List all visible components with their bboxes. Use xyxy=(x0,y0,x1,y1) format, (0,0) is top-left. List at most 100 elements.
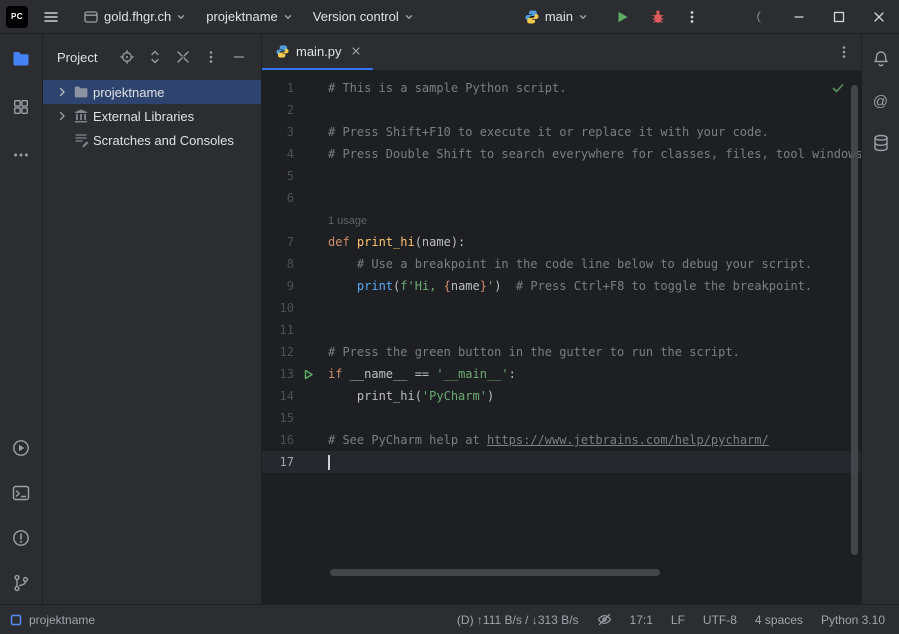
structure-icon xyxy=(12,98,30,116)
activity-bar-top xyxy=(8,46,34,168)
tree-item-external-libraries[interactable]: External Libraries xyxy=(43,104,261,128)
gutter-spacer xyxy=(294,407,328,429)
highlighting-level-button[interactable] xyxy=(597,612,612,627)
chevron-right-icon[interactable] xyxy=(55,110,69,122)
tree-item-label: External Libraries xyxy=(93,109,194,124)
code-line[interactable]: 7def print_hi(name): xyxy=(262,231,861,253)
interpreter-widget[interactable]: Python 3.10 xyxy=(821,613,885,627)
main-area: Project xyxy=(0,34,899,604)
terminal-tool-button[interactable] xyxy=(8,480,34,506)
run-tool-button[interactable] xyxy=(8,435,34,461)
project-widget[interactable]: gold.fhgr.ch xyxy=(76,5,193,29)
code-text xyxy=(328,99,861,121)
code-line[interactable]: 4# Press Double Shift to search everywhe… xyxy=(262,143,861,165)
code-text xyxy=(328,297,861,319)
tree-item-scratches[interactable]: Scratches and Consoles xyxy=(43,128,261,152)
code-line[interactable]: 10 xyxy=(262,297,861,319)
code-line[interactable]: 1# This is a sample Python script. xyxy=(262,77,861,99)
code-line[interactable]: 14 print_hi('PyCharm') xyxy=(262,385,861,407)
run-circle-icon xyxy=(11,438,31,458)
module-widget[interactable]: projektname xyxy=(199,5,300,28)
code-line[interactable]: 2 xyxy=(262,99,861,121)
run-config-widget[interactable]: main xyxy=(517,5,595,29)
code-line[interactable]: 6 xyxy=(262,187,861,209)
indent-widget[interactable]: 4 spaces xyxy=(755,613,803,627)
network-speed-widget[interactable]: (D) ↑111 B/s / ↓313 B/s xyxy=(457,613,579,627)
editor[interactable]: 1# This is a sample Python script.23# Pr… xyxy=(262,71,861,604)
line-separator-widget[interactable]: LF xyxy=(671,613,685,627)
line-number: 12 xyxy=(262,341,294,363)
line-number: 2 xyxy=(262,99,294,121)
code-text: # This is a sample Python script. xyxy=(328,77,861,99)
gutter-spacer xyxy=(294,165,328,187)
status-project-label: projektname xyxy=(29,613,95,627)
code-line[interactable]: 3# Press Shift+F10 to execute it or repl… xyxy=(262,121,861,143)
code-line[interactable]: 8 # Use a breakpoint in the code line be… xyxy=(262,253,861,275)
database-button[interactable] xyxy=(868,130,894,156)
encoding-widget[interactable]: UTF-8 xyxy=(703,613,737,627)
locate-file-button[interactable] xyxy=(115,45,139,69)
version-control-tool-button[interactable] xyxy=(8,570,34,596)
status-project: projektname xyxy=(10,613,95,627)
gutter-spacer xyxy=(294,341,328,363)
close-button[interactable] xyxy=(859,0,899,34)
code-line[interactable]: 13if __name__ == '__main__': xyxy=(262,363,861,385)
inspection-ok-icon[interactable] xyxy=(831,81,845,95)
status-bar: projektname (D) ↑111 B/s / ↓313 B/s 17:1… xyxy=(0,604,899,634)
tab-close-button[interactable] xyxy=(348,43,364,59)
moon-button[interactable] xyxy=(739,0,779,34)
caret-position-widget[interactable]: 17:1 xyxy=(630,613,653,627)
code-line[interactable]: 5 xyxy=(262,165,861,187)
usages-inlay-hint[interactable]: 1 usage xyxy=(328,215,367,227)
tab-main-py[interactable]: main.py xyxy=(262,34,373,70)
ai-assistant-button[interactable]: @ xyxy=(868,88,894,114)
code-line[interactable]: 9 print(f'Hi, {name}') # Press Ctrl+F8 t… xyxy=(262,275,861,297)
structure-tool-button[interactable] xyxy=(8,94,34,120)
hide-panel-button[interactable] xyxy=(227,45,251,69)
line-number: 13 xyxy=(262,363,294,385)
terminal-icon xyxy=(11,483,31,503)
at-sign-icon: @ xyxy=(873,94,888,109)
gutter-spacer xyxy=(294,451,328,473)
run-button[interactable] xyxy=(607,3,637,31)
tree-item-projektname[interactable]: projektname xyxy=(43,80,261,104)
code-line[interactable]: 17 xyxy=(262,451,861,473)
project-tool-button[interactable] xyxy=(8,46,34,72)
maximize-button[interactable] xyxy=(819,0,859,34)
project-tree: projektname External Libraries Scratches… xyxy=(43,80,261,152)
hamburger-icon xyxy=(43,9,59,25)
inlay-hint-row[interactable]: 1 usage xyxy=(262,209,861,231)
notifications-button[interactable] xyxy=(868,46,894,72)
code-line[interactable]: 11 xyxy=(262,319,861,341)
gutter-spacer xyxy=(294,121,328,143)
run-line-gutter-icon[interactable] xyxy=(294,363,328,385)
project-icon xyxy=(83,9,99,25)
collapse-all-button[interactable] xyxy=(171,45,195,69)
gutter-spacer xyxy=(294,143,328,165)
more-actions-button[interactable] xyxy=(677,3,707,31)
main-menu-button[interactable] xyxy=(36,3,66,31)
problems-tool-button[interactable] xyxy=(8,525,34,551)
code-line[interactable]: 12# Press the green button in the gutter… xyxy=(262,341,861,363)
horizontal-scrollbar[interactable] xyxy=(330,569,660,576)
minimize-icon xyxy=(232,50,246,64)
expand-all-button[interactable] xyxy=(143,45,167,69)
more-tool-windows-button[interactable] xyxy=(8,142,34,168)
tab-list-button[interactable] xyxy=(827,34,861,70)
vcs-widget[interactable]: Version control xyxy=(306,5,421,28)
code-line[interactable]: 15 xyxy=(262,407,861,429)
debug-button[interactable] xyxy=(643,3,673,31)
collapse-all-icon xyxy=(175,49,191,65)
vertical-scrollbar[interactable] xyxy=(851,85,858,555)
problems-icon xyxy=(11,528,31,548)
line-number: 14 xyxy=(262,385,294,407)
project-panel-options-button[interactable] xyxy=(199,45,223,69)
code-line[interactable]: 16# See PyCharm help at https://www.jetb… xyxy=(262,429,861,451)
editor-column: main.py 1# This is a sample Python scrip… xyxy=(262,34,861,604)
project-square-icon xyxy=(10,614,22,626)
module-widget-label: projektname xyxy=(206,9,278,24)
eye-off-icon xyxy=(597,612,612,627)
minimize-button[interactable] xyxy=(779,0,819,34)
chevron-down-icon xyxy=(404,12,414,22)
chevron-right-icon[interactable] xyxy=(55,86,69,98)
